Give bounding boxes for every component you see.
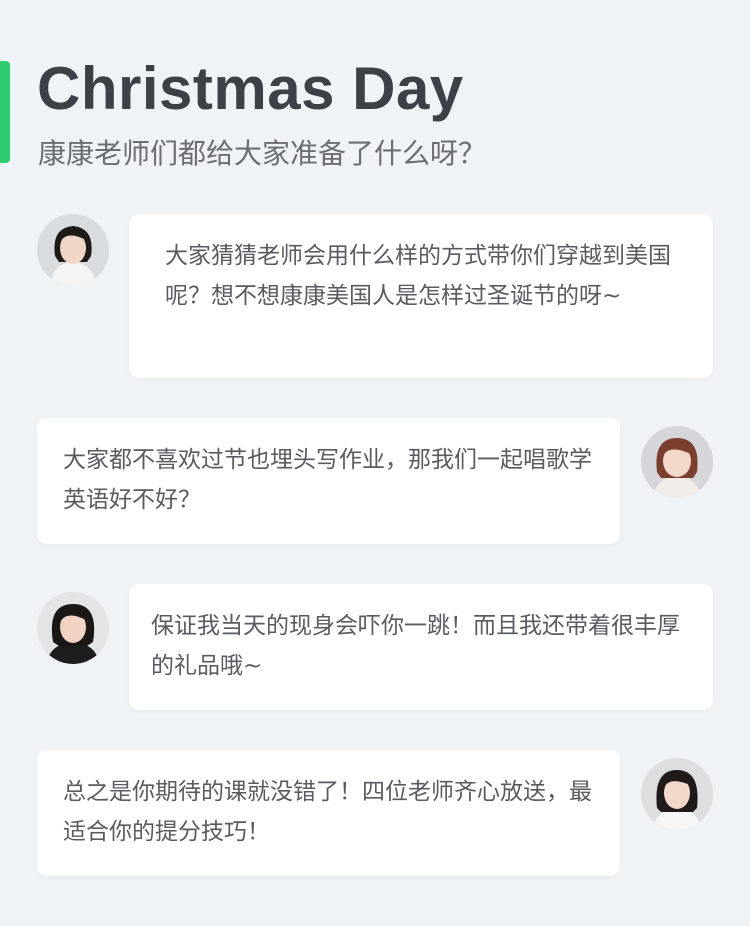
message-text-1: 大家猜猜老师会用什么样的方式带你们穿越到美国呢？想不想康康美国人是怎样过圣诞节的… (165, 243, 671, 309)
accent-bar (0, 61, 10, 163)
message-bubble-3: 保证我当天的现身会吓你一跳！而且我还带着很丰厚的礼品哦~ (129, 584, 713, 710)
teacher-avatar-2[interactable] (641, 426, 713, 498)
message-bubble-1: 大家猜猜老师会用什么样的方式带你们穿越到美国呢？想不想康康美国人是怎样过圣诞节的… (129, 214, 713, 378)
message-text-3: 保证我当天的现身会吓你一跳！而且我还带着很丰厚的礼品哦~ (151, 613, 680, 679)
page-title: Christmas Day (37, 55, 464, 122)
teacher-avatar-3[interactable] (37, 592, 109, 664)
message-bubble-4: 总之是你期待的课就没错了！四位老师齐心放送，最适合你的提分技巧！ (37, 750, 620, 876)
message-text-4: 总之是你期待的课就没错了！四位老师齐心放送，最适合你的提分技巧！ (63, 779, 592, 845)
page-subtitle: 康康老师们都给大家准备了什么呀？ (38, 137, 487, 170)
teacher-avatar-1[interactable] (37, 214, 109, 286)
teacher-avatar-4[interactable] (641, 758, 713, 830)
message-text-2: 大家都不喜欢过节也埋头写作业，那我们一起唱歌学英语好不好？ (63, 447, 592, 513)
message-bubble-2: 大家都不喜欢过节也埋头写作业，那我们一起唱歌学英语好不好？ (37, 418, 620, 544)
